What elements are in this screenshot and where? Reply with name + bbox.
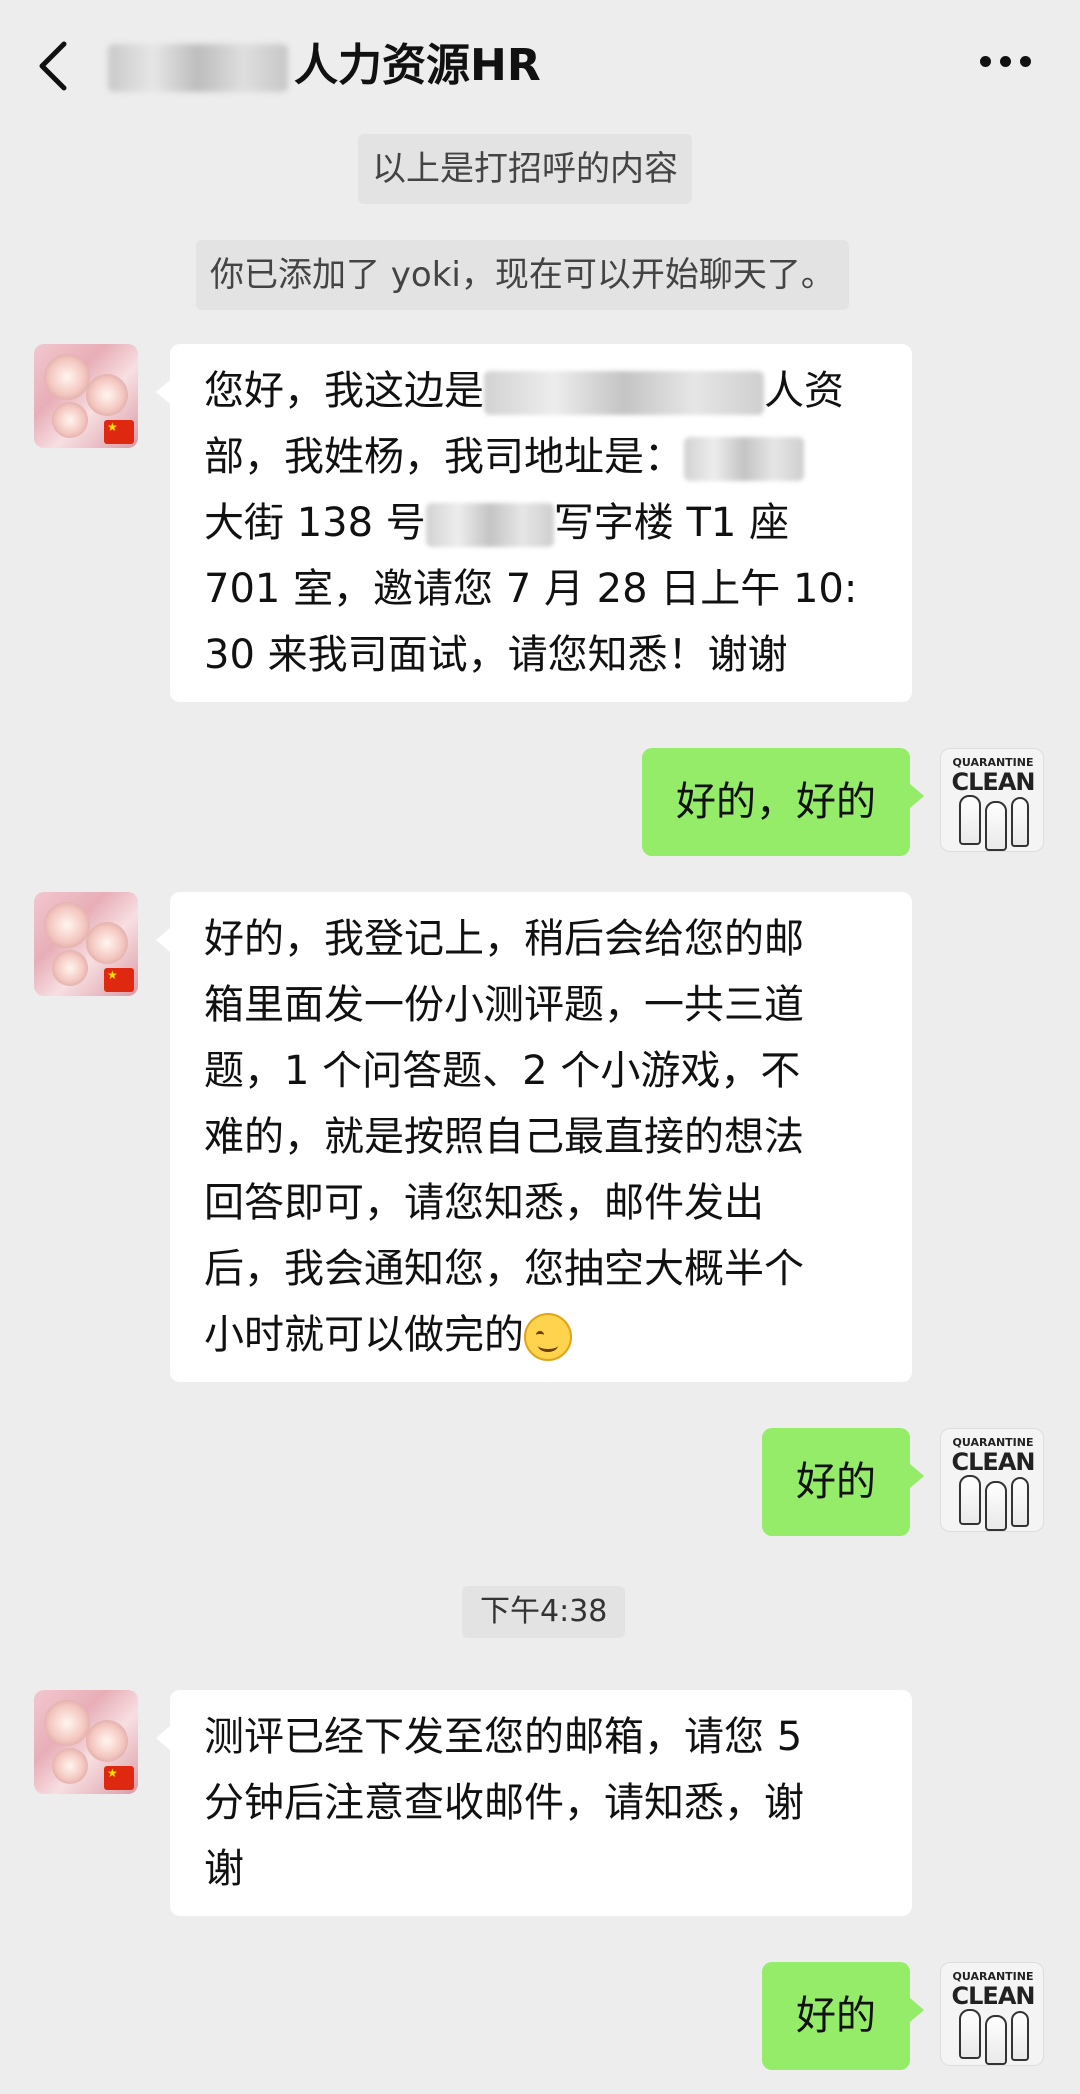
timestamp: 下午4:38 [462, 1586, 626, 1638]
china-flag-icon: ★ [104, 1766, 134, 1790]
back-chevron-icon[interactable] [34, 36, 74, 96]
system-notice-added: 你已添加了 yoki，现在可以开始聊天了。 [196, 240, 849, 310]
hr-avatar[interactable]: ★ [34, 892, 138, 996]
my-avatar[interactable]: QUARANTINE CLEAN [940, 1428, 1044, 1532]
message-bubble-hr[interactable]: 测评已经下发至您的邮箱，请您 5 分钟后注意查收邮件，请知悉，谢 谢 [156, 1690, 912, 1916]
china-flag-icon: ★ [104, 420, 134, 444]
message-bubble-hr[interactable]: 您好，我这边是 人资 部，我姓杨，我司地址是： 大街 138 号写字楼 T1 座 … [156, 344, 912, 702]
message-bubble-me[interactable]: 好的 [762, 1428, 924, 1536]
hr-avatar[interactable]: ★ [34, 1690, 138, 1794]
system-notice-greeting: 以上是打招呼的内容 [358, 134, 692, 204]
china-flag-icon: ★ [104, 968, 134, 992]
smile-emoji-icon [524, 1313, 572, 1361]
hr-avatar[interactable]: ★ [34, 344, 138, 448]
chat-title: 人力资源HR [108, 36, 541, 96]
message-bubble-me[interactable]: 好的 [762, 1962, 924, 2070]
chat-header: 人力资源HR [0, 0, 1080, 132]
message-bubble-me[interactable]: 好的，好的 [642, 748, 924, 856]
redacted-name [108, 44, 288, 92]
my-avatar[interactable]: QUARANTINE CLEAN [940, 1962, 1044, 2066]
my-avatar[interactable]: QUARANTINE CLEAN [940, 748, 1044, 852]
more-dots-icon[interactable] [980, 56, 1040, 72]
message-bubble-hr[interactable]: 好的，我登记上，稍后会给您的邮 箱里面发一份小测评题，一共三道 题，1 个问答题… [156, 892, 912, 1382]
